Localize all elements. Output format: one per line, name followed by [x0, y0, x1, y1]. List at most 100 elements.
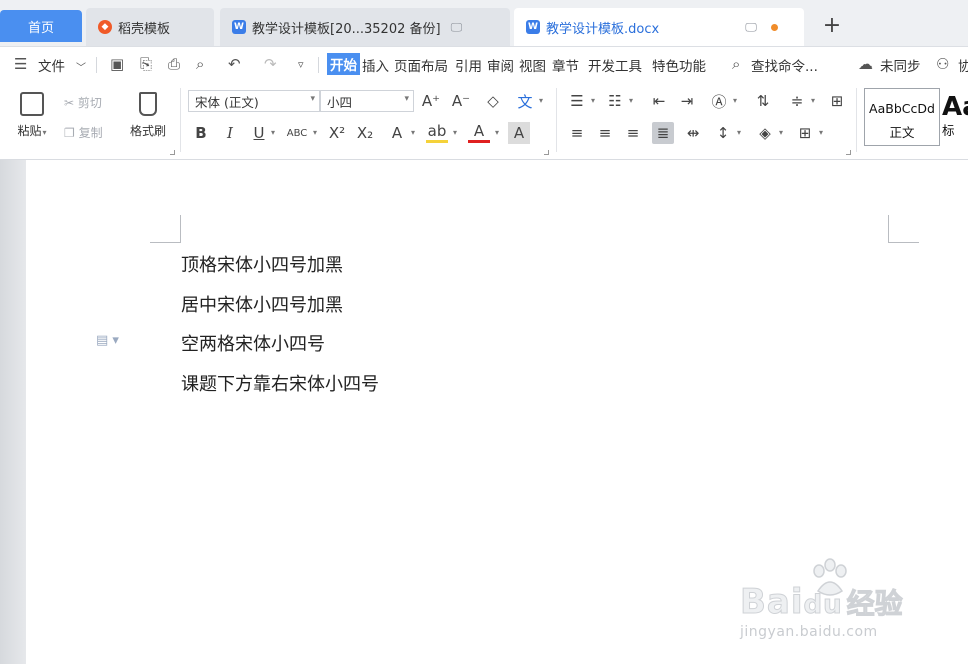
hamburger-menu-icon[interactable]: ☰	[14, 55, 27, 73]
decrease-font-size-icon[interactable]: A⁻	[450, 90, 472, 112]
document-line[interactable]: 空两格宋体小四号	[181, 330, 325, 356]
monitor-icon[interactable]: 🖵	[451, 20, 463, 35]
distributed-align-icon[interactable]: ⇹	[682, 122, 704, 144]
chevron-down-icon: ▾	[310, 94, 315, 104]
undo-icon[interactable]: ↶	[228, 55, 241, 73]
copy-icon: ❐	[64, 126, 75, 140]
margin-corner-top-right	[888, 215, 919, 243]
phonetic-guide-icon[interactable]: 文	[514, 90, 536, 112]
menu-review[interactable]: 审阅	[487, 55, 514, 75]
italic-icon[interactable]: I	[219, 122, 241, 144]
style-normal[interactable]: AaBbCcDd 正文	[864, 88, 940, 146]
monitor-icon[interactable]: 🖵	[745, 20, 757, 35]
search-icon[interactable]: ⌕	[732, 55, 740, 73]
cut-label: 剪切	[77, 96, 102, 110]
character-shading-icon[interactable]: A	[508, 122, 530, 144]
decrease-indent-icon[interactable]: ⇤	[648, 90, 670, 112]
font-size-value: 小四	[327, 94, 353, 110]
tab-home[interactable]: 首页	[0, 10, 82, 42]
increase-indent-icon[interactable]: ⇥	[676, 90, 698, 112]
subscript-icon[interactable]: X₂	[354, 122, 376, 144]
divider	[96, 57, 97, 73]
cloud-sync-icon[interactable]: ☁	[858, 55, 873, 73]
document-line[interactable]: 居中宋体小四号加黑	[181, 291, 343, 317]
bullet-list-icon[interactable]: ☰	[566, 90, 588, 112]
increase-font-size-icon[interactable]: A⁺	[420, 90, 442, 112]
cut-button[interactable]: ✂ 剪切	[64, 94, 102, 111]
dialog-launcher-icon[interactable]	[846, 150, 851, 155]
unsaved-dot-icon	[770, 23, 778, 31]
menu-references[interactable]: 引用	[455, 55, 482, 75]
format-painter-label: 格式刷	[129, 124, 166, 138]
highlight-icon[interactable]: ab	[426, 122, 448, 143]
style-heading[interactable]: Aa 标	[942, 88, 968, 146]
paste-label: 粘贴	[17, 124, 42, 138]
text-direction-icon[interactable]: Ⓐ	[708, 90, 730, 112]
underline-icon[interactable]: U	[248, 122, 270, 144]
watermark-site: jingyan.baidu.com	[740, 624, 878, 640]
redo-icon[interactable]: ↷	[264, 55, 277, 73]
chevron-down-icon[interactable]: ﹀	[76, 59, 86, 74]
paste-button[interactable]: 粘贴▾	[12, 92, 52, 139]
menu-developer-tools[interactable]: 开发工具	[588, 55, 642, 75]
dialog-launcher-icon[interactable]	[170, 150, 175, 155]
shading-fill-icon[interactable]: ◈	[754, 122, 776, 144]
font-size-select[interactable]: 小四 ▾	[320, 90, 414, 112]
borders-icon[interactable]: ⊞	[794, 122, 816, 144]
document-line[interactable]: 课题下方靠右宋体小四号	[181, 370, 379, 396]
text-effect-icon[interactable]: A	[386, 122, 408, 144]
print-icon[interactable]: ⎙	[168, 55, 180, 73]
menu-bar: ☰ 文件 ﹀ ▣ ⎘ ⎙ ⌕ ↶ ↷ ▿ 开始 插入 页面布局 引用 审阅 视图…	[0, 46, 968, 82]
strikethrough-icon[interactable]: ABC	[286, 122, 308, 144]
justify-icon[interactable]: ≣	[652, 122, 674, 144]
show-marks-icon[interactable]: ⊞	[826, 90, 848, 112]
watermark-brand: Bai	[740, 582, 804, 623]
clear-formatting-icon[interactable]: ◇	[482, 90, 504, 112]
tab-docer-templates[interactable]: ◆ 稻壳模板	[86, 8, 214, 46]
menu-view[interactable]: 视图	[519, 55, 546, 75]
align-left-icon[interactable]: ≡	[566, 122, 588, 144]
bold-icon[interactable]: B	[190, 122, 212, 144]
copy-button[interactable]: ❐ 复制	[64, 124, 103, 141]
menu-insert[interactable]: 插入	[362, 55, 389, 75]
dialog-launcher-icon[interactable]	[544, 150, 549, 155]
tab-home-label: 首页	[27, 20, 54, 36]
style-normal-label: 正文	[889, 125, 915, 140]
superscript-icon[interactable]: X²	[326, 122, 348, 144]
save-icon[interactable]: ▣	[110, 55, 124, 73]
tab-active-label: 教学设计模板.docx	[546, 21, 660, 37]
menu-sections[interactable]: 章节	[552, 55, 579, 75]
menu-page-layout[interactable]: 页面布局	[394, 55, 448, 75]
font-name-select[interactable]: 宋体 (正文) ▾	[188, 90, 320, 112]
document-line[interactable]: 顶格宋体小四号加黑	[181, 251, 343, 277]
print-preview-icon[interactable]: ⌕	[196, 55, 204, 73]
numbered-list-icon[interactable]: ☷	[604, 90, 626, 112]
brush-icon	[139, 92, 157, 116]
align-center-icon[interactable]: ≡	[594, 122, 616, 144]
customize-toolbar-icon[interactable]: ▿	[298, 58, 304, 71]
align-right-icon[interactable]: ≡	[622, 122, 644, 144]
add-collaborator-icon[interactable]: ⚇	[936, 55, 949, 73]
menu-file[interactable]: 文件	[38, 55, 65, 75]
menu-start[interactable]: 开始	[327, 53, 360, 75]
chevron-down-icon: ▾	[404, 94, 409, 104]
tab-active-document[interactable]: W 教学设计模板.docx 🖵	[514, 8, 804, 46]
scissors-icon: ✂	[64, 96, 75, 110]
search-command[interactable]: 查找命令...	[751, 55, 818, 75]
export-pdf-icon[interactable]: ⎘	[140, 55, 152, 73]
new-tab-plus-icon[interactable]: +	[820, 10, 844, 40]
paragraph-handle-icon[interactable]: ▤ ▾	[96, 333, 119, 348]
style-heading-label: 标	[942, 123, 955, 138]
format-painter-button[interactable]: 格式刷	[124, 92, 172, 139]
line-spacing-icon[interactable]: ↕	[712, 122, 734, 144]
copy-label: 复制	[78, 126, 103, 140]
sort-icon[interactable]: ⇅	[752, 90, 774, 112]
word-doc-icon: W	[526, 20, 540, 34]
menu-special-features[interactable]: 特色功能	[652, 55, 706, 75]
sync-status[interactable]: 未同步	[880, 55, 921, 75]
font-color-icon[interactable]: A	[468, 122, 490, 143]
line-tools-icon[interactable]: ≑	[786, 90, 808, 112]
collaborate-label[interactable]: 协	[958, 55, 968, 75]
watermark-brand-cn: 经验	[846, 587, 903, 621]
tab-backup-document[interactable]: W 教学设计模板[20...35202 备份] 🖵	[220, 8, 510, 46]
